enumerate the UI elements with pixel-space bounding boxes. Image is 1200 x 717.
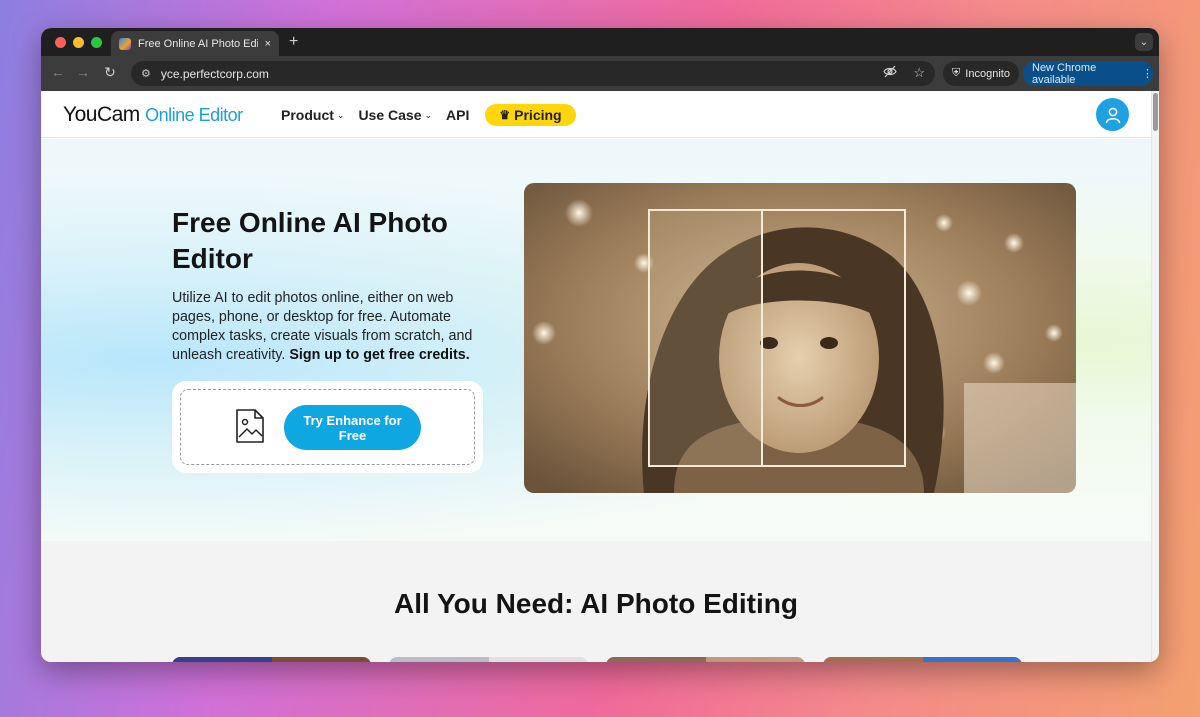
pricing-label: Pricing xyxy=(514,107,562,123)
pricing-button[interactable]: ♛ Pricing xyxy=(485,104,576,126)
site-settings-icon[interactable]: ⚙ xyxy=(141,67,151,80)
web-page: YouCam Online Editor Product ⌄ Use Case … xyxy=(41,91,1159,662)
upload-dropzone[interactable]: Try Enhance for Free xyxy=(180,389,475,465)
feature-card[interactable] xyxy=(823,657,1022,662)
close-window-button[interactable] xyxy=(55,37,66,48)
main-nav: Product ⌄ Use Case ⌄ API ♛ Pricing xyxy=(281,104,576,126)
nav-use-case[interactable]: Use Case ⌄ xyxy=(358,107,432,123)
eye-off-icon[interactable] xyxy=(883,65,898,81)
feature-card[interactable] xyxy=(606,657,805,662)
crown-icon: ♛ xyxy=(499,108,511,122)
browser-tab[interactable]: Free Online AI Photo Editor, I × xyxy=(111,31,279,56)
nav-api[interactable]: API xyxy=(446,107,469,123)
hero-description: Utilize AI to edit photos online, either… xyxy=(172,289,492,365)
hero-comparison-image xyxy=(524,183,1076,493)
favicon-icon xyxy=(119,37,131,50)
url-text: yce.perfectcorp.com xyxy=(160,66,269,81)
forward-button[interactable]: → xyxy=(74,64,92,80)
nav-api-label: API xyxy=(446,107,470,123)
incognito-icon: ⛨ xyxy=(952,67,961,79)
section-title: All You Need: AI Photo Editing xyxy=(394,588,798,619)
site-header: YouCam Online Editor Product ⌄ Use Case … xyxy=(41,91,1151,138)
window-controls xyxy=(55,37,102,48)
nav-use-case-label: Use Case xyxy=(358,107,422,123)
hero-description-bold: Sign up to get free credits. xyxy=(289,347,470,363)
minimize-window-button[interactable] xyxy=(73,37,84,48)
try-enhance-button[interactable]: Try Enhance for Free xyxy=(284,405,421,450)
new-tab-button[interactable]: + xyxy=(289,33,298,51)
browser-window: Free Online AI Photo Editor, I × + ⌄ ← →… xyxy=(41,28,1159,662)
bookmark-star-icon[interactable]: ☆ xyxy=(913,65,925,81)
upload-card: Try Enhance for Free xyxy=(172,381,483,473)
feature-card[interactable] xyxy=(172,657,371,662)
incognito-indicator[interactable]: ⛨ Incognito xyxy=(943,61,1019,86)
scrollbar-thumb[interactable] xyxy=(1153,93,1158,131)
chevron-down-icon: ⌄ xyxy=(336,109,345,120)
address-bar[interactable]: ⚙ yce.perfectcorp.com ☆ xyxy=(131,61,935,86)
update-label: New Chrome available xyxy=(1032,61,1097,86)
address-bar-icons: ☆ xyxy=(883,65,925,81)
nav-product[interactable]: Product ⌄ xyxy=(281,107,344,123)
page-scrollbar[interactable] xyxy=(1151,91,1159,662)
back-button[interactable]: ← xyxy=(49,64,67,80)
feature-thumbnails xyxy=(172,657,1022,662)
more-menu-icon[interactable]: ⋮ xyxy=(1142,67,1153,80)
image-file-icon xyxy=(235,408,265,449)
tab-search-button[interactable]: ⌄ xyxy=(1135,33,1153,51)
chrome-update-button[interactable]: New Chrome available ⋮ xyxy=(1023,61,1153,86)
hero-section: Free Online AI Photo Editor Utilize AI t… xyxy=(41,139,1151,541)
browser-toolbar: ← → ↻ ⚙ yce.perfectcorp.com ☆ ⛨ Incognit… xyxy=(41,56,1159,91)
site-logo[interactable]: YouCam Online Editor xyxy=(63,103,243,127)
feature-card[interactable] xyxy=(389,657,588,662)
features-section: All You Need: AI Photo Editing xyxy=(41,541,1151,662)
tab-close-icon[interactable]: × xyxy=(265,38,271,50)
chevron-down-icon: ⌄ xyxy=(424,109,433,120)
reload-button[interactable]: ↻ xyxy=(101,64,119,81)
hero-title: Free Online AI Photo Editor xyxy=(172,207,448,274)
incognito-label: Incognito xyxy=(965,67,1010,80)
logo-accent: Online Editor xyxy=(145,105,243,125)
logo-main: YouCam xyxy=(63,103,140,126)
user-account-button[interactable] xyxy=(1096,98,1129,131)
maximize-window-button[interactable] xyxy=(91,37,102,48)
nav-product-label: Product xyxy=(281,107,334,123)
tab-title: Free Online AI Photo Editor, I xyxy=(138,37,258,50)
tab-strip: Free Online AI Photo Editor, I × + ⌄ xyxy=(41,28,1159,56)
user-icon xyxy=(1105,107,1120,123)
